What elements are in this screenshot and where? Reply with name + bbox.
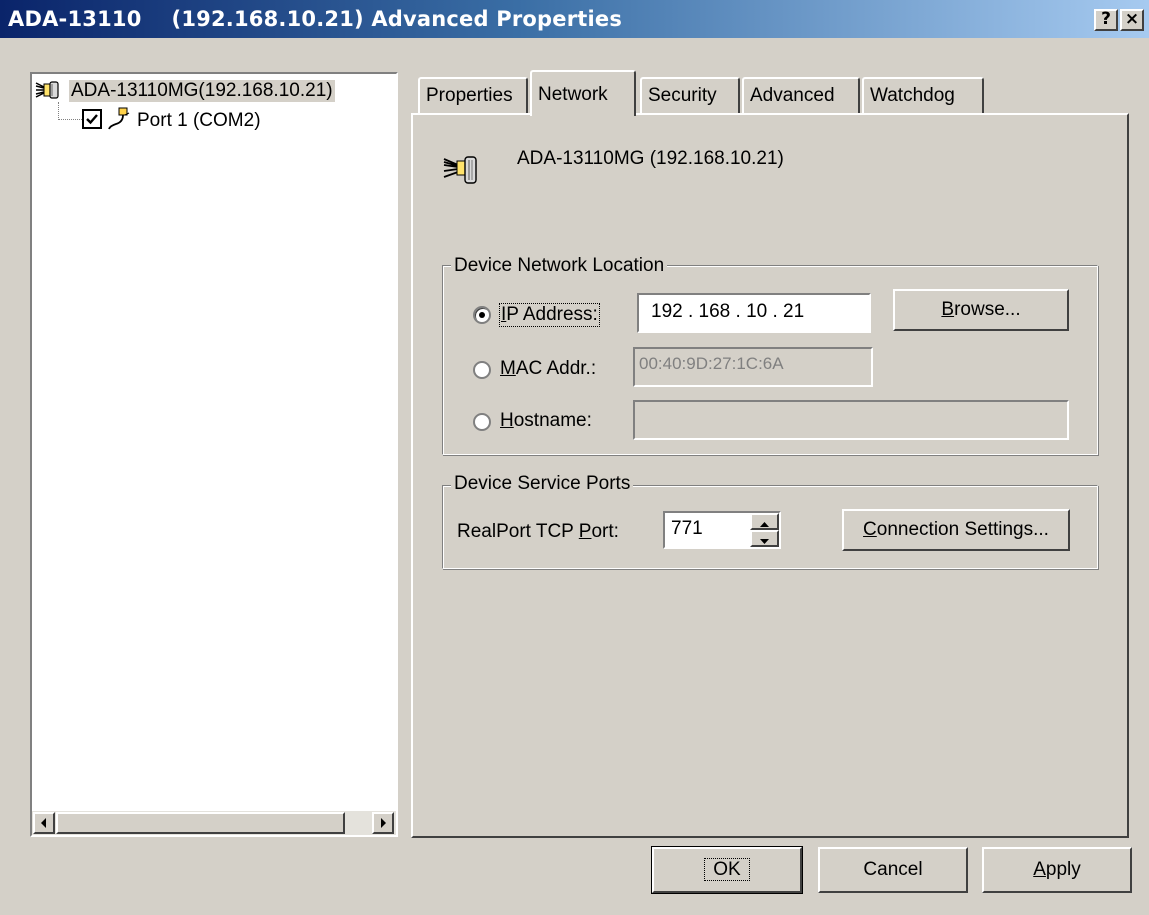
service-ports-title: Device Service Ports [451,473,634,495]
scroll-right-button[interactable] [372,812,394,834]
window-title: ADA-13110 (192.168.10.21) Advanced Prope… [8,7,623,31]
scroll-thumb[interactable] [56,812,345,834]
spin-down-button[interactable] [750,530,779,547]
hostname-label: Hostname: [500,410,592,431]
mac-address-radio[interactable] [473,361,491,379]
horizontal-scrollbar[interactable] [32,811,396,835]
browse-button[interactable]: Browse... [893,289,1069,331]
device-label: ADA-13110MG (192.168.10.21) [517,148,784,169]
mac-address-field[interactable]: 00:40:9D:27:1C:6A [633,347,873,387]
realport-label: RealPort TCP Port: [457,521,619,542]
apply-button[interactable]: Apply [982,847,1132,893]
title-bar[interactable]: ADA-13110 (192.168.10.21) Advanced Prope… [0,0,1149,38]
serial-connector-icon [34,79,66,101]
tree-connector [58,119,82,120]
tab-properties[interactable]: Properties [418,77,528,113]
ok-button[interactable]: OK [651,846,803,894]
realport-spinner[interactable] [750,513,779,547]
close-button[interactable]: × [1120,9,1144,31]
port-checkbox[interactable] [82,109,102,129]
hostname-field[interactable] [633,400,1069,440]
tree-item-port[interactable]: Port 1 (COM2) [137,110,261,132]
scroll-left-button[interactable] [33,812,55,834]
network-location-title: Device Network Location [451,255,668,277]
help-button[interactable]: ? [1094,9,1118,31]
ip-address-label[interactable]: IP Address: [499,303,600,327]
port-cable-icon [106,106,132,130]
network-tab-panel: ADA-13110MG (192.168.10.21) Device Netwo… [411,113,1129,838]
device-tree[interactable]: ADA-13110MG(192.168.10.21) Port 1 (COM2) [30,72,398,837]
ip-address-field[interactable]: 192 . 168 . 10 . 21 [637,293,871,333]
ip-address-radio[interactable] [473,306,491,324]
tree-connector [58,102,59,120]
spin-up-button[interactable] [750,513,779,530]
hostname-radio[interactable] [473,413,491,431]
tree-item-device[interactable]: ADA-13110MG(192.168.10.21) [69,80,335,102]
ok-button-label: OK [704,858,750,881]
tab-network[interactable]: Network [530,70,636,116]
mac-address-label: MAC Addr.: [500,358,597,379]
tab-security[interactable]: Security [640,77,740,113]
tab-watchdog[interactable]: Watchdog [862,77,984,113]
device-connector-icon [443,151,487,187]
cancel-button[interactable]: Cancel [818,847,968,893]
tab-advanced[interactable]: Advanced [742,77,860,113]
connection-settings-button[interactable]: Connection Settings... [842,509,1070,551]
